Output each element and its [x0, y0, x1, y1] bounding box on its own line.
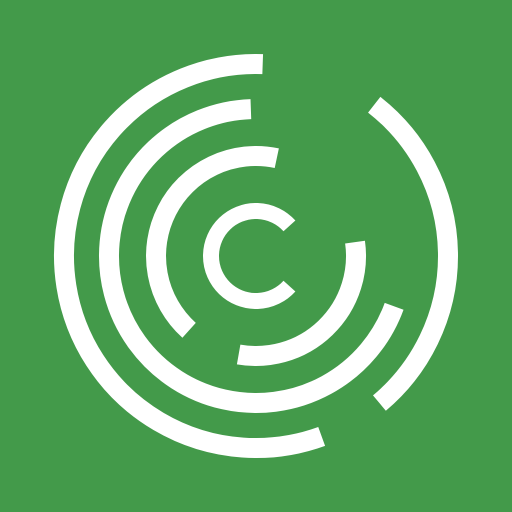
app-icon — [0, 0, 512, 512]
concentric-arcs-logo-icon — [0, 0, 512, 512]
icon-background — [0, 0, 512, 512]
